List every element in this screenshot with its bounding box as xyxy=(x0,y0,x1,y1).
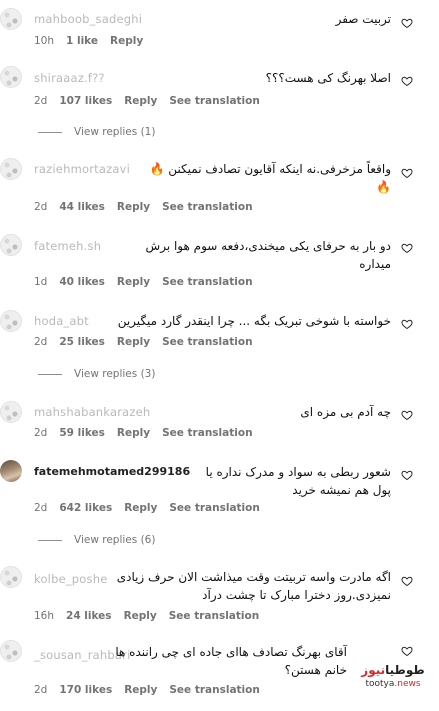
timestamp[interactable]: 2d xyxy=(34,201,47,213)
comment-text: شعور ربطی به سواد و مدرک نداره یا پول هم… xyxy=(205,465,391,497)
timestamp[interactable]: 2d xyxy=(34,95,47,107)
comment-text: تربیت صفر xyxy=(335,12,391,26)
comment-text: خواسته با شوخی تبریک بگه ... چرا اینقدر … xyxy=(117,314,391,328)
username[interactable]: fatemeh.sh xyxy=(34,239,101,253)
avatar[interactable] xyxy=(0,460,22,482)
see-translation-button[interactable]: See translation xyxy=(162,276,252,288)
likes-count[interactable]: 40 likes xyxy=(59,276,105,288)
reply-button[interactable]: Reply xyxy=(117,336,150,348)
see-translation-button[interactable]: See translation xyxy=(169,95,259,107)
username[interactable]: mahshabankarazeh xyxy=(34,405,150,419)
likes-count[interactable]: 24 likes xyxy=(66,610,112,622)
comment-text: اگه مادرت واسه تربیتت وقت میذاشت الان حر… xyxy=(116,570,391,602)
avatar[interactable] xyxy=(0,640,22,662)
comment-text: واقعاً مزخرفی.نه اینکه آقایون تصادف نمیک… xyxy=(149,162,391,194)
heart-icon[interactable] xyxy=(401,75,413,87)
reply-button[interactable]: Reply xyxy=(110,35,143,47)
likes-count[interactable]: 107 likes xyxy=(59,95,112,107)
view-replies-button[interactable]: View replies (1) xyxy=(38,126,155,138)
comment-meta: 16h 24 likes Reply See translation xyxy=(34,610,259,622)
likes-count[interactable]: 1 like xyxy=(66,35,98,47)
username[interactable]: mahboob_sadeghi xyxy=(34,12,142,26)
likes-count[interactable]: 170 likes xyxy=(59,684,112,696)
avatar[interactable] xyxy=(0,401,22,423)
reply-button[interactable]: Reply xyxy=(124,684,157,696)
avatar[interactable] xyxy=(0,566,22,588)
see-translation-button[interactable]: See translation xyxy=(162,427,252,439)
reply-button[interactable]: Reply xyxy=(124,502,157,514)
username[interactable]: shiraaaz.f?? xyxy=(34,71,105,85)
comment-meta: 2d 642 likes Reply See translation xyxy=(34,502,260,514)
see-translation-button[interactable]: See translation xyxy=(169,684,259,696)
heart-icon[interactable] xyxy=(401,17,413,29)
heart-icon[interactable] xyxy=(401,645,413,657)
timestamp[interactable]: 1d xyxy=(34,276,47,288)
comment-text: آقای بهرنگ تصادف هاای جاده ای چی راننده … xyxy=(115,645,347,677)
heart-icon[interactable] xyxy=(401,469,413,481)
timestamp[interactable]: 2d xyxy=(34,684,47,696)
view-replies-label[interactable]: View replies (3) xyxy=(74,368,155,380)
view-replies-label[interactable]: View replies (1) xyxy=(74,126,155,138)
watermark-logo: طوطیانیوز tootya.news xyxy=(355,663,431,703)
watermark-site: tootya.news xyxy=(355,679,431,689)
username[interactable]: hoda_abt xyxy=(34,314,89,328)
comment-meta: 10h 1 like Reply xyxy=(34,35,143,47)
watermark-site-black: tootya xyxy=(365,679,395,689)
timestamp[interactable]: 2d xyxy=(34,336,47,348)
reply-button[interactable]: Reply xyxy=(124,95,157,107)
view-replies-button[interactable]: View replies (3) xyxy=(38,368,155,380)
watermark-logo-red: نیوز xyxy=(361,663,386,677)
timestamp[interactable]: 2d xyxy=(34,502,47,514)
divider xyxy=(38,373,62,375)
likes-count[interactable]: 642 likes xyxy=(59,502,112,514)
watermark-site-red: .news xyxy=(394,679,421,689)
reply-button[interactable]: Reply xyxy=(117,427,150,439)
likes-count[interactable]: 44 likes xyxy=(59,201,105,213)
avatar[interactable] xyxy=(0,234,22,256)
view-replies-button[interactable]: View replies (6) xyxy=(38,534,155,546)
comment-meta: 2d 59 likes Reply See translation xyxy=(34,427,253,439)
comment-meta: 2d 44 likes Reply See translation xyxy=(34,201,253,213)
view-replies-label[interactable]: View replies (6) xyxy=(74,534,155,546)
username[interactable]: raziehmortazavi xyxy=(34,162,130,176)
heart-icon[interactable] xyxy=(401,409,413,421)
divider xyxy=(38,131,62,133)
likes-count[interactable]: 25 likes xyxy=(59,336,105,348)
reply-button[interactable]: Reply xyxy=(117,201,150,213)
timestamp[interactable]: 2d xyxy=(34,427,47,439)
reply-button[interactable]: Reply xyxy=(117,276,150,288)
avatar[interactable] xyxy=(0,66,22,88)
timestamp[interactable]: 16h xyxy=(34,610,54,622)
heart-icon[interactable] xyxy=(401,242,413,254)
comment-meta: 1d 40 likes Reply See translation xyxy=(34,276,253,288)
username[interactable]: fatemehmotamed299186 xyxy=(34,465,190,478)
avatar[interactable] xyxy=(0,8,22,30)
timestamp[interactable]: 10h xyxy=(34,35,54,47)
heart-icon[interactable] xyxy=(401,167,413,179)
comment-text: اصلا بهرنگ کی هست؟؟؟ xyxy=(265,71,391,85)
comment-text: دو بار به حرفای یکی میخندی،دفعه سوم هوا … xyxy=(145,239,391,271)
watermark-logo-text: طوطیانیوز xyxy=(355,663,431,677)
comment-meta: 2d 25 likes Reply See translation xyxy=(34,336,253,348)
see-translation-button[interactable]: See translation xyxy=(169,610,259,622)
avatar[interactable] xyxy=(0,158,22,180)
divider xyxy=(38,539,62,541)
comment-meta: 2d 170 likes Reply See translation xyxy=(34,684,260,696)
heart-icon[interactable] xyxy=(401,318,413,330)
comment-text: چه آدم بی مزه ای xyxy=(300,405,391,419)
avatar[interactable] xyxy=(0,310,22,332)
see-translation-button[interactable]: See translation xyxy=(162,336,252,348)
username[interactable]: kolbe_poshe xyxy=(34,572,108,586)
reply-button[interactable]: Reply xyxy=(124,610,157,622)
comment-meta: 2d 107 likes Reply See translation xyxy=(34,95,260,107)
watermark-logo-black: طوطیا xyxy=(385,663,425,677)
see-translation-button[interactable]: See translation xyxy=(162,201,252,213)
likes-count[interactable]: 59 likes xyxy=(59,427,105,439)
heart-icon[interactable] xyxy=(401,575,413,587)
see-translation-button[interactable]: See translation xyxy=(169,502,259,514)
